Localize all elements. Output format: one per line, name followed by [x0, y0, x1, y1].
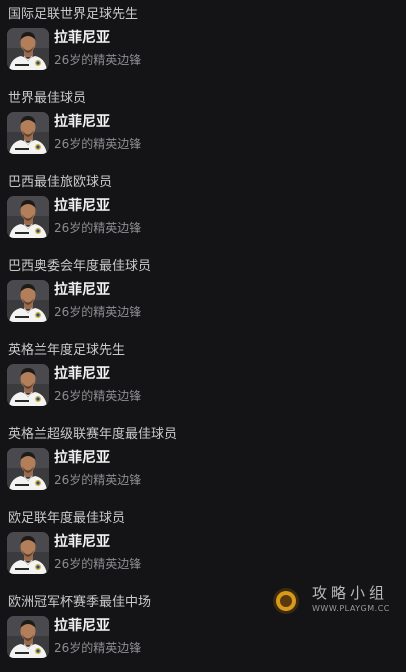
player-avatar — [7, 112, 49, 154]
player-avatar — [7, 532, 49, 574]
award-title: 欧洲冠军杯赛季最佳中场 — [8, 595, 152, 610]
player-name: 拉菲尼亚 — [54, 282, 110, 298]
player-avatar — [7, 364, 49, 406]
award-section: 欧洲冠军杯赛季最佳中场 拉菲尼亚 26岁的精英边锋 — [0, 588, 406, 672]
player-avatar-image — [7, 196, 49, 238]
award-winner-row[interactable]: 拉菲尼亚 26岁的精英边锋 — [7, 532, 397, 576]
player-description: 26岁的精英边锋 — [54, 137, 142, 151]
player-description: 26岁的精英边锋 — [54, 221, 142, 235]
award-section: 巴西奥委会年度最佳球员 拉菲尼亚 26岁的精英边锋 — [0, 252, 406, 336]
player-description: 26岁的精英边锋 — [54, 305, 142, 319]
award-title: 巴西奥委会年度最佳球员 — [8, 259, 152, 274]
player-description: 26岁的精英边锋 — [54, 473, 142, 487]
player-avatar — [7, 196, 49, 238]
award-section: 英格兰超级联赛年度最佳球员 拉菲尼亚 26岁的精英边锋 — [0, 420, 406, 504]
player-avatar-image — [7, 280, 49, 322]
award-title: 国际足联世界足球先生 — [8, 7, 139, 22]
award-section: 国际足联世界足球先生 拉菲尼亚 26岁的精英边锋 — [0, 0, 406, 84]
player-description: 26岁的精英边锋 — [54, 53, 142, 67]
award-winner-row[interactable]: 拉菲尼亚 26岁的精英边锋 — [7, 448, 397, 492]
award-winner-row[interactable]: 拉菲尼亚 26岁的精英边锋 — [7, 196, 397, 240]
player-avatar — [7, 28, 49, 70]
player-name: 拉菲尼亚 — [54, 114, 110, 130]
award-winner-row[interactable]: 拉菲尼亚 26岁的精英边锋 — [7, 28, 397, 72]
player-avatar — [7, 280, 49, 322]
award-title: 英格兰超级联赛年度最佳球员 — [8, 427, 178, 442]
award-title: 英格兰年度足球先生 — [8, 343, 126, 358]
player-avatar-image — [7, 448, 49, 490]
award-winner-row[interactable]: 拉菲尼亚 26岁的精英边锋 — [7, 616, 397, 660]
player-name: 拉菲尼亚 — [54, 30, 110, 46]
award-winner-row[interactable]: 拉菲尼亚 26岁的精英边锋 — [7, 112, 397, 156]
player-description: 26岁的精英边锋 — [54, 641, 142, 655]
award-section: 世界最佳球员 拉菲尼亚 26岁的精英边锋 — [0, 84, 406, 168]
award-section: 英格兰年度足球先生 拉菲尼亚 26岁的精英边锋 — [0, 336, 406, 420]
player-avatar-image — [7, 112, 49, 154]
award-winner-row[interactable]: 拉菲尼亚 26岁的精英边锋 — [7, 364, 397, 408]
player-name: 拉菲尼亚 — [54, 198, 110, 214]
player-name: 拉菲尼亚 — [54, 534, 110, 550]
player-avatar-image — [7, 616, 49, 658]
award-section: 欧足联年度最佳球员 拉菲尼亚 26岁的精英边锋 — [0, 504, 406, 588]
player-description: 26岁的精英边锋 — [54, 389, 142, 403]
player-name: 拉菲尼亚 — [54, 618, 110, 634]
player-name: 拉菲尼亚 — [54, 450, 110, 466]
player-avatar-image — [7, 28, 49, 70]
player-name: 拉菲尼亚 — [54, 366, 110, 382]
award-title: 欧足联年度最佳球员 — [8, 511, 126, 526]
player-avatar-image — [7, 532, 49, 574]
player-description: 26岁的精英边锋 — [54, 557, 142, 571]
player-avatar — [7, 616, 49, 658]
award-section: 巴西最佳旅欧球员 拉菲尼亚 26岁的精英边锋 — [0, 168, 406, 252]
award-list: 国际足联世界足球先生 拉菲尼亚 26岁的精英边锋 世界最佳球员 拉菲尼亚 26岁… — [0, 0, 406, 672]
award-title: 巴西最佳旅欧球员 — [8, 175, 113, 190]
player-avatar-image — [7, 364, 49, 406]
award-winner-row[interactable]: 拉菲尼亚 26岁的精英边锋 — [7, 280, 397, 324]
award-title: 世界最佳球员 — [8, 91, 87, 106]
player-avatar — [7, 448, 49, 490]
